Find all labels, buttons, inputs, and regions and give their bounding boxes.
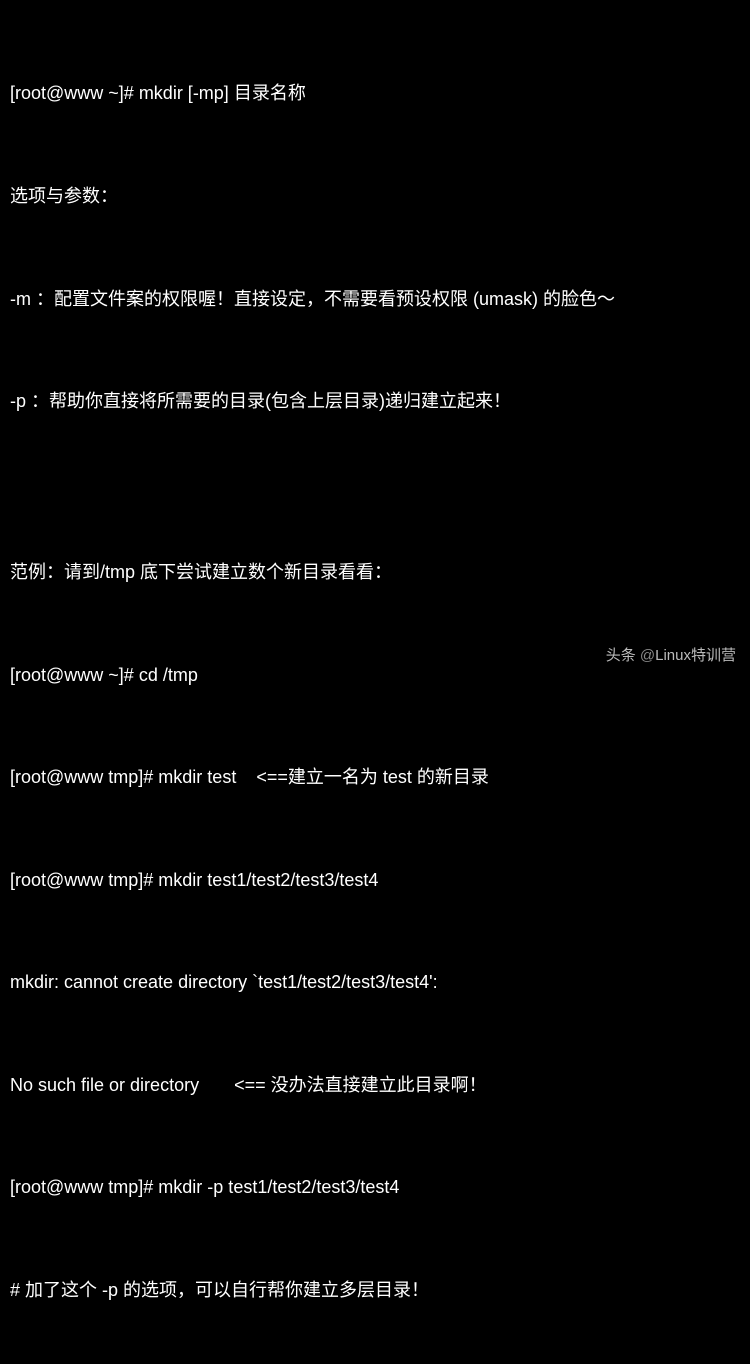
- terminal-line: [root@www tmp]# mkdir -p test1/test2/tes…: [10, 1170, 740, 1204]
- terminal-line: -p ：帮助你直接将所需要的目录(包含上层目录)递归建立起来！: [10, 384, 740, 418]
- watermark-prefix: 头条: [606, 647, 636, 664]
- terminal-line: [root@www tmp]# mkdir test <==建立一名为 test…: [10, 760, 740, 794]
- terminal-line: mkdir: cannot create directory `test1/te…: [10, 965, 740, 999]
- terminal-line: [root@www tmp]# mkdir test1/test2/test3/…: [10, 863, 740, 897]
- watermark-name: Linux特训营: [655, 647, 736, 664]
- terminal-output: [root@www ~]# mkdir [-mp] 目录名称 选项与参数： -m…: [10, 8, 740, 1364]
- watermark: 头条 @Linux特训营: [606, 642, 736, 671]
- terminal-line: 选项与参数：: [10, 179, 740, 213]
- terminal-line: 范例：请到/tmp 底下尝试建立数个新目录看看：: [10, 555, 740, 589]
- terminal-line: # 加了这个 -p 的选项，可以自行帮你建立多层目录！: [10, 1273, 740, 1307]
- watermark-at: @: [640, 647, 655, 664]
- terminal-line: -m ：配置文件案的权限喔！直接设定，不需要看预设权限 (umask) 的脸色～: [10, 282, 740, 316]
- terminal-line: No such file or directory <== 没办法直接建立此目录…: [10, 1068, 740, 1102]
- terminal-line: [root@www ~]# mkdir [-mp] 目录名称: [10, 76, 740, 110]
